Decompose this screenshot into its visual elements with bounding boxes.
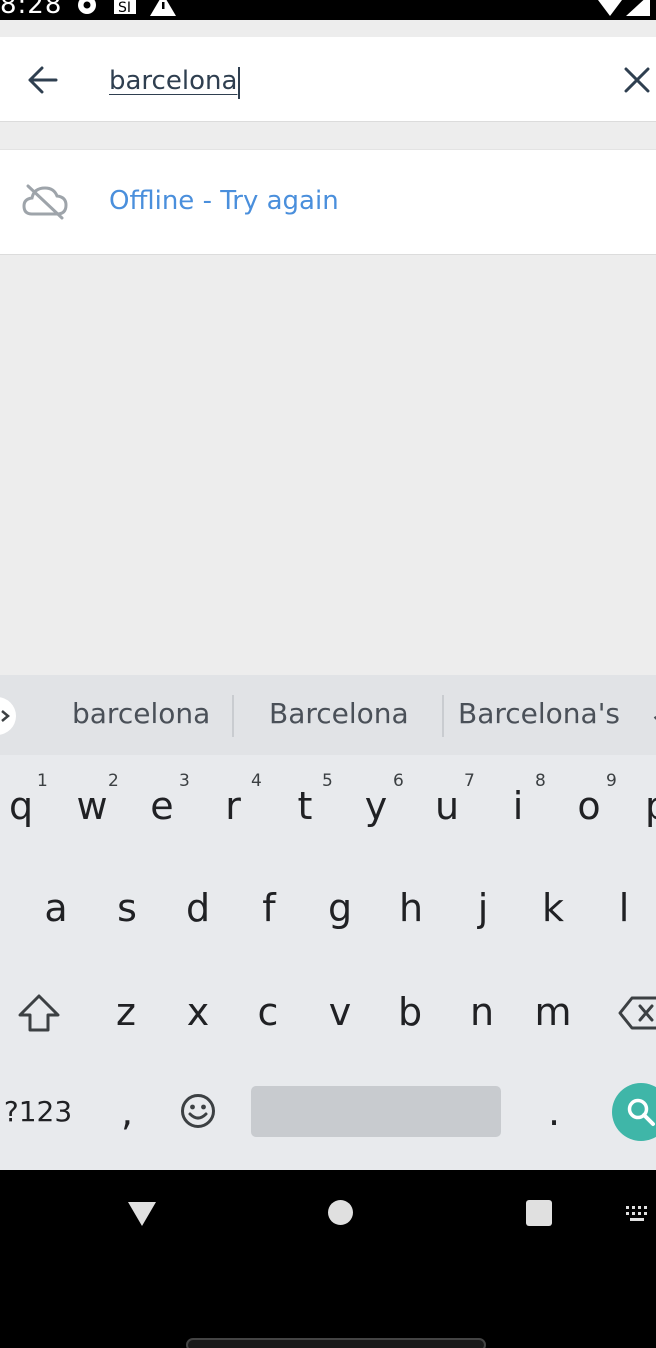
clear-search-button[interactable] <box>614 57 656 103</box>
key-d[interactable]: d <box>181 883 215 933</box>
key-r[interactable]: r <box>216 781 250 831</box>
key-period[interactable]: . <box>539 1087 569 1137</box>
key-i[interactable]: i <box>501 781 535 831</box>
warning-icon <box>150 0 176 16</box>
suggestion-2[interactable]: Barcelona <box>269 697 409 730</box>
key-hint: 6 <box>393 771 404 791</box>
signal-icon <box>626 0 650 16</box>
key-hint: 3 <box>179 771 190 791</box>
backspace-icon <box>618 996 656 1030</box>
shift-arrow-icon <box>18 994 60 1032</box>
chevron-right-icon <box>1 710 10 722</box>
search-icon <box>627 1098 655 1126</box>
key-q[interactable]: q <box>4 781 38 831</box>
symbols-key[interactable]: ?123 <box>2 1087 74 1137</box>
key-n[interactable]: n <box>464 987 500 1037</box>
key-hint: 9 <box>606 771 617 791</box>
suggestion-divider <box>232 695 234 737</box>
status-bar: 8:28 SI <box>0 0 656 20</box>
suggestion-expand-button[interactable] <box>0 697 16 735</box>
key-hint: 4 <box>251 771 262 791</box>
key-z[interactable]: z <box>109 987 143 1037</box>
key-u[interactable]: u <box>430 781 464 831</box>
key-c[interactable]: c <box>251 987 285 1037</box>
offline-try-again-text: Offline - Try again <box>109 186 339 216</box>
key-hint: 5 <box>322 771 333 791</box>
search-input[interactable]: barcelona <box>109 59 241 103</box>
navigation-bar <box>0 1170 656 1348</box>
key-p[interactable]: p <box>640 781 656 831</box>
back-triangle-icon[interactable] <box>128 1200 156 1226</box>
gesture-pill <box>186 1338 486 1348</box>
key-y[interactable]: y <box>359 781 393 831</box>
key-l[interactable]: l <box>607 883 641 933</box>
backspace-key[interactable] <box>618 995 656 1031</box>
key-w[interactable]: w <box>72 781 112 831</box>
sim-icon: SI <box>114 0 136 16</box>
suggestion-divider <box>442 695 444 737</box>
text-caret <box>238 66 241 99</box>
key-a[interactable]: a <box>39 883 73 933</box>
suggestion-strip: barcelona Barcelona Barcelona's ⌄ <box>0 675 656 755</box>
keyboard-switch-icon[interactable] <box>624 1204 652 1222</box>
cloud-off-icon <box>22 184 68 220</box>
emoji-key[interactable] <box>180 1093 216 1129</box>
key-m[interactable]: m <box>531 987 575 1037</box>
search-bar: barcelona <box>0 37 656 122</box>
key-f[interactable]: f <box>252 883 286 933</box>
home-circle-icon[interactable] <box>328 1200 353 1225</box>
back-button[interactable] <box>20 57 66 103</box>
key-x[interactable]: x <box>181 987 215 1037</box>
smiley-icon <box>181 1094 215 1128</box>
key-comma[interactable]: , <box>112 1087 142 1137</box>
key-h[interactable]: h <box>394 883 428 933</box>
key-k[interactable]: k <box>536 883 570 933</box>
key-j[interactable]: j <box>466 883 500 933</box>
search-action-key[interactable] <box>612 1083 656 1141</box>
svg-text:SI: SI <box>118 0 131 16</box>
settings-icon <box>78 0 96 14</box>
close-icon <box>624 67 650 93</box>
search-query-text: barcelona <box>109 66 238 96</box>
key-hint: 1 <box>37 771 48 791</box>
key-b[interactable]: b <box>393 987 427 1037</box>
key-v[interactable]: v <box>323 987 357 1037</box>
key-s[interactable]: s <box>110 883 144 933</box>
key-hint: 7 <box>464 771 475 791</box>
arrow-left-icon <box>28 66 58 94</box>
recents-square-icon[interactable] <box>526 1200 552 1226</box>
key-hint: 8 <box>535 771 546 791</box>
wifi-icon <box>598 0 622 16</box>
space-key[interactable] <box>251 1086 501 1137</box>
suggestion-more-icon[interactable]: ⌄ <box>648 697 656 730</box>
keyboard: barcelona Barcelona Barcelona's ⌄ 1 q 2 … <box>0 675 656 1170</box>
key-o[interactable]: o <box>572 781 606 831</box>
status-time: 8:28 <box>0 0 63 20</box>
suggestion-3[interactable]: Barcelona's <box>458 697 620 730</box>
key-g[interactable]: g <box>323 883 357 933</box>
suggestion-1[interactable]: barcelona <box>72 697 210 730</box>
key-t[interactable]: t <box>288 781 322 831</box>
key-e[interactable]: e <box>145 781 179 831</box>
shift-key[interactable] <box>16 993 62 1033</box>
offline-retry-row[interactable]: Offline - Try again <box>0 149 656 255</box>
